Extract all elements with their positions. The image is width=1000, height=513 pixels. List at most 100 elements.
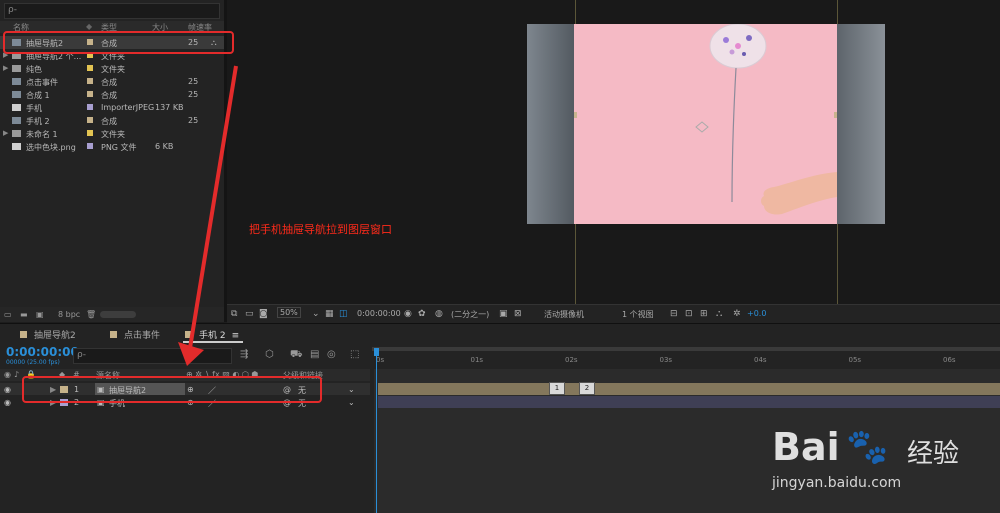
ruler-tick-label: 06s — [943, 356, 956, 364]
hide-shy-layers-icon[interactable]: ⛟ — [290, 349, 303, 362]
item-name: 点击事件 — [26, 78, 58, 87]
item-type: 合成 — [101, 91, 117, 100]
toggle-icon[interactable]: ⊟ — [670, 309, 678, 319]
ruler-tick-label: 0s — [376, 356, 385, 364]
thumbnail-size-slider[interactable] — [100, 311, 136, 318]
exposure-value[interactable]: +0.0 — [747, 309, 766, 318]
ground-left — [527, 24, 574, 224]
frame-blending-icon[interactable]: ▤ — [310, 349, 319, 360]
trash-icon[interactable]: 🗑 — [86, 310, 96, 319]
label-swatch[interactable] — [87, 78, 93, 84]
channel-icon[interactable]: ◍ — [435, 309, 443, 319]
layer-marker[interactable]: 1 — [549, 382, 565, 395]
expand-icon[interactable]: ▶ — [3, 64, 8, 72]
label-swatch[interactable] — [87, 143, 93, 149]
vr-icon[interactable]: ◙ — [259, 309, 268, 319]
fast-preview-icon[interactable]: ⊞ — [700, 309, 708, 319]
composition-frame[interactable] — [527, 24, 885, 224]
tab-label: 抽屉导航2 — [34, 331, 76, 341]
ruler-tick-label: 04s — [754, 356, 767, 364]
tab-color-swatch — [110, 331, 117, 338]
ground-right — [837, 24, 885, 224]
instruction-annotation: 把手机抽屉导航拉到图层窗口 — [249, 223, 392, 236]
region-icon[interactable]: ▣ — [499, 309, 508, 319]
eye-icon[interactable]: ◉ — [4, 385, 11, 394]
chevron-down-icon[interactable]: ⌄ — [312, 309, 320, 319]
label-column-icon[interactable]: ◆ — [86, 22, 92, 31]
comp-icon — [12, 117, 21, 124]
mask-visibility-icon[interactable]: ◫ — [339, 309, 348, 319]
paw-icon: 🐾 — [846, 427, 889, 467]
motion-blur-icon[interactable]: ◎ — [327, 349, 336, 360]
chevron-down-icon[interactable]: ⌄ — [348, 398, 355, 407]
item-type: 合成 — [101, 117, 117, 126]
audio-icon[interactable]: ♪ — [14, 370, 19, 379]
watermark-brand: Bai — [772, 425, 840, 469]
tab-comp[interactable]: 抽屉导航2 — [20, 328, 76, 341]
grid-icon[interactable]: ▦ — [325, 309, 334, 319]
file-icon — [12, 104, 21, 111]
layer-bar-1[interactable] — [378, 383, 1000, 395]
timeline-fps: 00000 (25.00 fps) — [6, 359, 60, 366]
item-type: 文件夹 — [101, 65, 125, 74]
transparency-grid-icon[interactable]: ⊠ — [514, 309, 522, 319]
balloon-hand-image — [572, 24, 839, 215]
eye-icon[interactable]: ◉ — [4, 370, 11, 379]
search-icon: ρ- — [77, 350, 86, 360]
label-swatch[interactable] — [87, 117, 93, 123]
search-icon: ρ- — [8, 5, 17, 15]
viewer-timecode[interactable]: 0:00:00:00 — [357, 309, 401, 318]
item-type: 合成 — [101, 78, 117, 87]
expand-icon[interactable]: ▶ — [3, 129, 8, 137]
chevron-down-icon[interactable]: ⌄ — [348, 385, 355, 394]
label-swatch[interactable] — [87, 130, 93, 136]
current-time-indicator[interactable] — [376, 348, 377, 513]
resolution-dropdown[interactable]: (二分之一) — [451, 309, 489, 320]
tab-label: 点击事件 — [124, 331, 161, 341]
ruler-tick-label: 01s — [470, 356, 484, 364]
folder-icon — [12, 130, 21, 137]
reset-exposure-icon[interactable]: ✲ — [733, 309, 741, 319]
label-swatch[interactable] — [87, 65, 93, 71]
camera-icon[interactable]: ◉ — [404, 309, 412, 319]
color-icon[interactable]: ✿ — [418, 309, 426, 319]
tab-comp[interactable]: 点击事件 — [110, 328, 160, 341]
label-swatch[interactable] — [87, 104, 93, 110]
red-arrow — [178, 65, 238, 366]
draft-3d-icon[interactable]: ⬡ — [265, 349, 274, 360]
new-folder-icon[interactable]: ▬ — [20, 310, 28, 319]
project-search-input[interactable]: ρ- — [4, 3, 220, 19]
viewer-toolbar: ⧉ ▭ ◙ 50% ⌄ ▦ ◫ 0:00:00:00 ◉ ✿ ◍ (二分之一) … — [227, 304, 1000, 323]
watermark-url: jingyan.baidu.com — [772, 475, 902, 491]
file-icon — [12, 143, 21, 150]
eye-icon[interactable]: ◉ — [4, 398, 11, 407]
new-comp-icon[interactable]: ▣ — [36, 310, 44, 319]
tab-color-swatch — [20, 331, 27, 338]
comp-icon — [12, 78, 21, 85]
layer-marker[interactable]: 2 — [579, 382, 595, 395]
label-swatch[interactable] — [87, 91, 93, 97]
item-name: 手机 2 — [26, 117, 50, 126]
timeline-timecode[interactable]: 0:00:00:00 — [6, 345, 79, 359]
ruler-tick-label: 02s — [565, 356, 578, 364]
pink-layer[interactable] — [572, 24, 839, 224]
item-name: 手机 — [26, 104, 42, 113]
interpret-footage-icon[interactable]: ▭ — [4, 310, 12, 319]
views-dropdown[interactable]: 1 个视图 — [622, 309, 654, 320]
watermark-brand2: 经验 — [907, 439, 960, 469]
ruler-tick-label: 05s — [848, 356, 862, 364]
layer-bar-2[interactable] — [378, 396, 1000, 408]
highlight-layer-row — [22, 376, 322, 403]
zoom-dropdown[interactable]: 50% — [277, 307, 301, 318]
flowchart-icon[interactable]: ⛬ — [716, 309, 722, 319]
item-name: 纯色 — [26, 65, 42, 74]
bit-depth-button[interactable]: 8 bpc — [58, 310, 80, 319]
item-name: 未命名 1 — [26, 130, 58, 139]
item-type: ImporterJPEG — [101, 103, 155, 112]
work-area-bar[interactable] — [372, 347, 1000, 351]
comp-icon — [12, 91, 21, 98]
graph-editor-icon[interactable]: ⬚ — [350, 349, 359, 360]
folder-icon — [12, 65, 21, 72]
export-icon[interactable]: ⊡ — [685, 309, 693, 319]
camera-dropdown[interactable]: 活动摄像机 — [544, 309, 584, 320]
